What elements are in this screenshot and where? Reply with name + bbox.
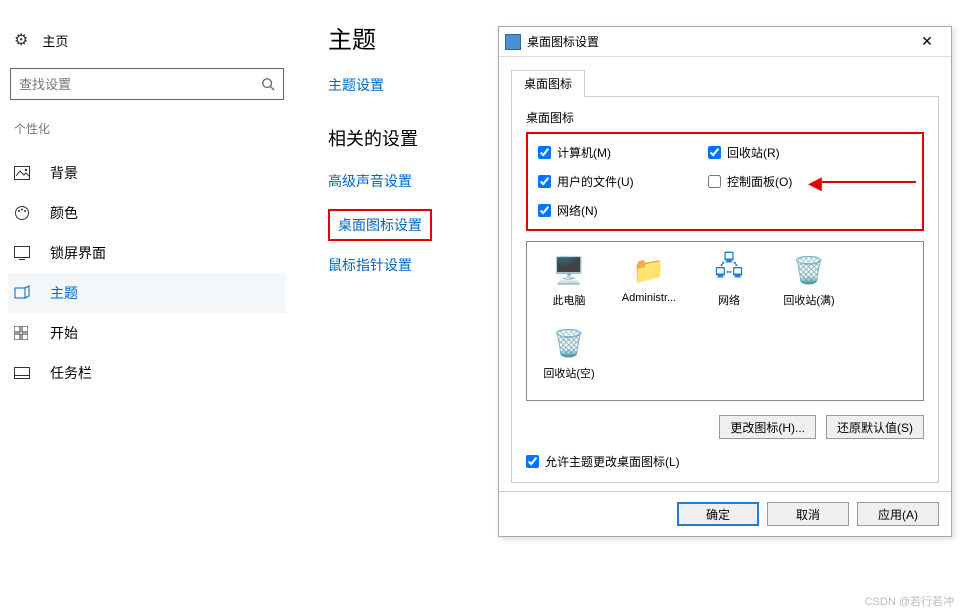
tab-desktop-icons[interactable]: 桌面图标 xyxy=(511,70,585,97)
icon-item-recycle-empty[interactable]: 🗑️ 回收站(空) xyxy=(533,325,605,381)
checkbox-computer[interactable]: 计算机(M) xyxy=(538,144,708,161)
checkbox-user-files[interactable]: 用户的文件(U) xyxy=(538,173,708,190)
checkbox-recycle-bin[interactable]: 回收站(R) xyxy=(708,144,868,161)
checkbox-network[interactable]: 网络(N) xyxy=(538,202,708,219)
network-icon: 🖧 xyxy=(709,252,749,288)
icon-item-this-pc[interactable]: 🖥️ 此电脑 xyxy=(533,252,605,308)
apply-button[interactable]: 应用(A) xyxy=(857,502,939,526)
sidebar-item-themes[interactable]: 主题 xyxy=(8,273,286,313)
page-title: 主题 xyxy=(328,20,478,55)
checkbox-label: 控制面板(O) xyxy=(727,173,792,190)
ok-button[interactable]: 确定 xyxy=(677,502,759,526)
sidebar-item-start[interactable]: 开始 xyxy=(8,313,286,353)
sidebar-item-label: 颜色 xyxy=(50,203,78,223)
search-icon xyxy=(261,77,275,91)
sidebar-item-lockscreen[interactable]: 锁屏界面 xyxy=(8,233,286,273)
sidebar-item-colors[interactable]: 颜色 xyxy=(8,193,286,233)
checkbox-label: 网络(N) xyxy=(557,202,598,219)
arrow-icon: ◀ xyxy=(808,173,822,194)
lockscreen-icon xyxy=(14,246,32,260)
dialog-footer: 确定 取消 应用(A) xyxy=(499,491,951,536)
arrow-line xyxy=(822,181,916,183)
picture-icon xyxy=(14,166,32,180)
group-label: 桌面图标 xyxy=(526,109,924,126)
icon-label: 回收站(空) xyxy=(533,365,605,381)
cancel-button[interactable]: 取消 xyxy=(767,502,849,526)
sidebar-item-label: 任务栏 xyxy=(50,363,92,383)
recycle-full-icon: 🗑️ xyxy=(789,252,829,288)
themes-icon xyxy=(14,285,32,301)
icon-item-user-folder[interactable]: 📁 Administr... xyxy=(613,252,685,304)
checkbox-label: 用户的文件(U) xyxy=(557,173,634,190)
checkbox-label: 回收站(R) xyxy=(727,144,780,161)
gear-icon: ⚙ xyxy=(14,30,28,50)
sidebar-item-label: 背景 xyxy=(50,163,78,183)
folder-icon: 📁 xyxy=(629,252,669,288)
icon-item-recycle-full[interactable]: 🗑️ 回收站(满) xyxy=(773,252,845,308)
icon-label: Administr... xyxy=(613,292,685,304)
checkbox-input[interactable] xyxy=(526,455,539,468)
recycle-empty-icon: 🗑️ xyxy=(549,325,589,361)
sidebar-item-label: 开始 xyxy=(50,323,78,343)
checkbox-label: 计算机(M) xyxy=(557,144,611,161)
start-icon xyxy=(14,326,32,340)
icon-label: 此电脑 xyxy=(533,292,605,308)
allow-theme-checkbox[interactable]: 允许主题更改桌面图标(L) xyxy=(526,453,924,470)
checkbox-input[interactable] xyxy=(708,146,721,159)
dialog-titlebar[interactable]: 桌面图标设置 ✕ xyxy=(499,27,951,57)
icon-list[interactable]: 🖥️ 此电脑 📁 Administr... 🖧 网络 🗑️ 回收站(满) 🗑️ xyxy=(526,241,924,401)
desktop-icon-settings-link[interactable]: 桌面图标设置 xyxy=(338,215,422,235)
related-settings-title: 相关的设置 xyxy=(328,125,478,151)
advanced-sound-link[interactable]: 高级声音设置 xyxy=(328,171,478,191)
dialog-body: 桌面图标 桌面图标 计算机(M) 回收站(R) 用户的文件(U) 控制面板(O)… xyxy=(499,57,951,491)
change-icon-button[interactable]: 更改图标(H)... xyxy=(719,415,816,439)
mouse-pointer-link[interactable]: 鼠标指针设置 xyxy=(328,255,478,275)
main-panel: 主题 主题设置 相关的设置 高级声音设置 桌面图标设置 鼠标指针设置 xyxy=(328,20,478,293)
checkbox-input[interactable] xyxy=(538,146,551,159)
watermark: CSDN @若行若冲 xyxy=(865,593,954,609)
home-link[interactable]: ⚙ 主页 xyxy=(8,24,286,56)
computer-icon: 🖥️ xyxy=(549,252,589,288)
icon-label: 网络 xyxy=(693,292,765,308)
palette-icon xyxy=(14,205,32,221)
sidebar-item-background[interactable]: 背景 xyxy=(8,153,286,193)
sidebar-item-taskbar[interactable]: 任务栏 xyxy=(8,353,286,393)
checkbox-input[interactable] xyxy=(708,175,721,188)
tab-content: 桌面图标 计算机(M) 回收站(R) 用户的文件(U) 控制面板(O) 网络(N… xyxy=(511,97,939,483)
search-box[interactable] xyxy=(10,68,284,100)
section-label: 个性化 xyxy=(14,120,286,137)
home-label: 主页 xyxy=(42,31,68,50)
sidebar-item-label: 锁屏界面 xyxy=(50,243,106,263)
checkbox-input[interactable] xyxy=(538,204,551,217)
settings-sidebar: ⚙ 主页 个性化 背景 颜色 锁屏界面 主题 开始 xyxy=(0,0,290,397)
dialog-title: 桌面图标设置 xyxy=(527,33,909,50)
tab-header: 桌面图标 xyxy=(511,69,939,97)
restore-default-button[interactable]: 还原默认值(S) xyxy=(826,415,924,439)
highlight-box: 桌面图标设置 xyxy=(328,209,432,241)
allow-theme-label: 允许主题更改桌面图标(L) xyxy=(545,453,680,470)
search-input[interactable] xyxy=(19,77,261,92)
icon-label: 回收站(满) xyxy=(773,292,845,308)
theme-settings-link[interactable]: 主题设置 xyxy=(328,75,478,95)
checkbox-input[interactable] xyxy=(538,175,551,188)
desktop-icon-settings-dialog: 桌面图标设置 ✕ 桌面图标 桌面图标 计算机(M) 回收站(R) 用户的文件(U… xyxy=(498,26,952,537)
taskbar-icon xyxy=(14,367,32,379)
dialog-app-icon xyxy=(505,34,521,50)
icon-item-network[interactable]: 🖧 网络 xyxy=(693,252,765,308)
close-icon[interactable]: ✕ xyxy=(909,33,945,50)
sidebar-item-label: 主题 xyxy=(50,283,78,303)
